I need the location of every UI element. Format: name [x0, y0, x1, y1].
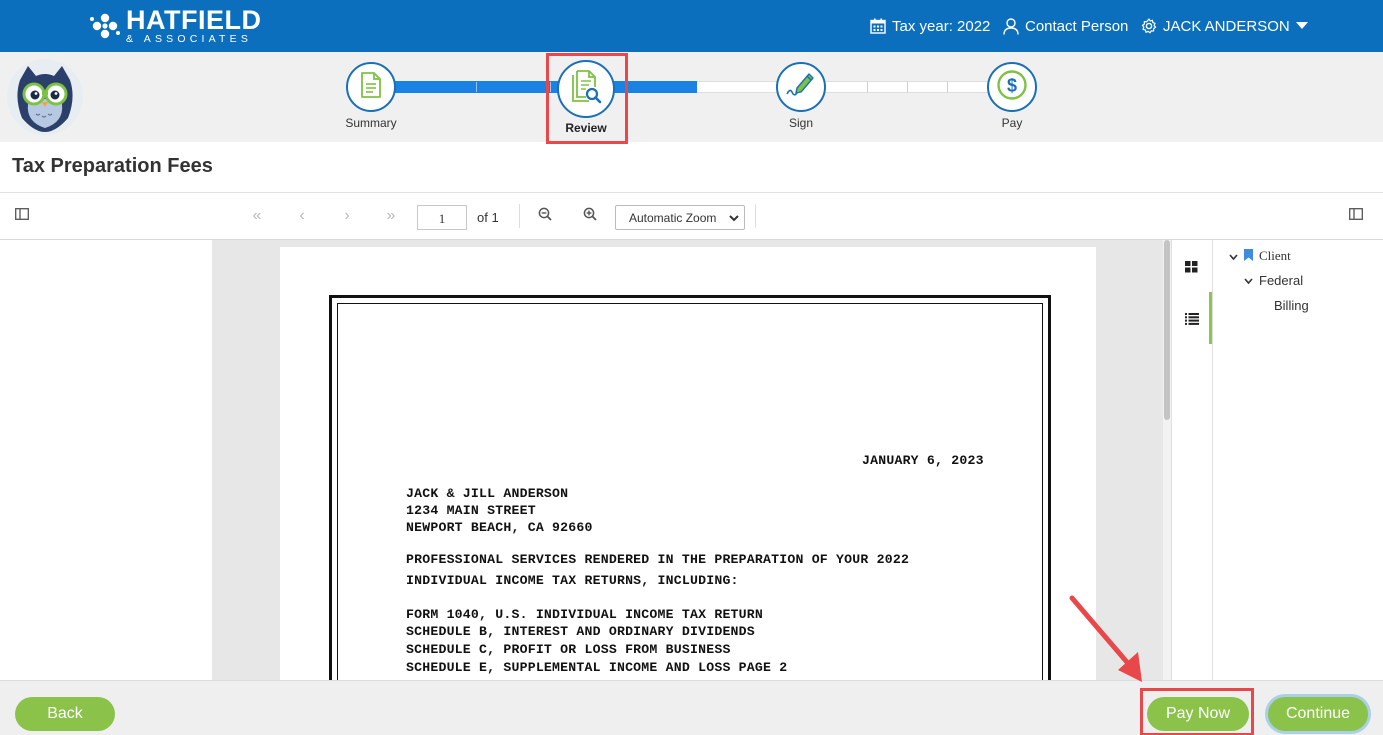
zoom-select[interactable]: Automatic Zoom	[615, 205, 745, 230]
person-icon	[1003, 17, 1019, 35]
page-title: Tax Preparation Fees	[12, 155, 213, 177]
review-step-highlight	[546, 53, 628, 144]
form-line: SCHEDULE E, SUPPLEMENTAL INCOME AND LOSS…	[406, 660, 788, 675]
brand-logo[interactable]: HATFIELD & ASSOCIATES	[88, 7, 261, 45]
form-line: SCHEDULE B, INTEREST AND ORDINARY DIVIDE…	[406, 624, 755, 639]
pay-now-highlight	[1140, 688, 1254, 735]
address-line: JACK & JILL ANDERSON	[406, 486, 569, 501]
double-chevron-right-icon: »	[386, 207, 396, 224]
pdf-page: JANUARY 6, 2023 JACK & JILL ANDERSON 123…	[280, 247, 1096, 680]
document-date: JANUARY 6, 2023	[862, 453, 984, 468]
thumbnails-tab[interactable]	[1185, 260, 1198, 278]
owl-avatar	[6, 58, 84, 136]
last-page-button[interactable]: »	[380, 205, 402, 227]
outline-item-client[interactable]: Client	[1229, 248, 1291, 264]
step-summary[interactable]	[346, 62, 396, 112]
progress-track-completed	[393, 81, 697, 93]
services-line: INDIVIDUAL INCOME TAX RETURNS, INCLUDING…	[406, 573, 739, 588]
tax-year-selector[interactable]: Tax year: 2022	[870, 18, 990, 35]
caret-down-icon	[1295, 22, 1308, 30]
document-outline: Client Federal Billing	[1212, 240, 1383, 680]
page-count-label: of 1	[477, 210, 499, 225]
zoom-select-value: Automatic Zoom	[629, 211, 717, 225]
form-line: FORM 1040, U.S. INDIVIDUAL INCOME TAX RE…	[406, 607, 764, 622]
outline-item-label: Federal	[1259, 273, 1304, 288]
toolbar-separator	[755, 204, 756, 228]
outline-toggle-button[interactable]	[1345, 205, 1367, 227]
chevron-down-icon	[1229, 249, 1238, 264]
zoom-in-button[interactable]	[579, 205, 601, 227]
tax-year-label: Tax year: 2022	[892, 17, 991, 35]
user-name: JACK ANDERSON	[1163, 17, 1290, 35]
arrow-annotation-icon	[1069, 595, 1142, 682]
outline-item-federal[interactable]: Federal	[1244, 273, 1303, 288]
first-page-button[interactable]: «	[246, 205, 268, 227]
pdf-toolbar: « ‹ › » 1 of 1 Automatic Zoom	[0, 193, 1383, 240]
step-pay-label: Pay	[1001, 116, 1023, 130]
brand-subtitle: & ASSOCIATES	[126, 33, 253, 45]
progress-stepper: Summary Review Sign $ Pay	[0, 52, 1383, 144]
calendar-icon	[870, 18, 886, 34]
pen-icon	[785, 70, 817, 105]
grid-icon	[1185, 260, 1198, 277]
zoom-in-icon	[583, 207, 597, 226]
svg-text:$: $	[1007, 75, 1017, 95]
viewer-left-panel	[0, 240, 212, 680]
zoom-out-icon	[538, 207, 552, 226]
document-icon	[359, 71, 383, 104]
sidebar-toggle-icon	[1349, 207, 1363, 225]
outline-item-label: Billing	[1274, 298, 1309, 313]
brand-name: HATFIELD	[126, 5, 262, 35]
list-icon	[1185, 312, 1199, 329]
next-page-button[interactable]: ›	[336, 205, 358, 227]
contact-person-label: Contact Person	[1025, 17, 1129, 35]
chevron-down-icon	[1244, 273, 1253, 288]
viewer-sidebar-tabs	[1171, 240, 1212, 680]
pdf-viewport[interactable]: JANUARY 6, 2023 JACK & JILL ANDERSON 123…	[212, 240, 1163, 680]
address-line: 1234 MAIN STREET	[406, 503, 536, 518]
services-line: PROFESSIONAL SERVICES RENDERED IN THE PR…	[406, 552, 910, 567]
chevron-down-icon	[729, 212, 739, 226]
step-summary-label: Summary	[345, 116, 397, 130]
gear-icon	[1141, 18, 1157, 34]
contact-person-link[interactable]: Contact Person	[1003, 18, 1128, 35]
continue-button[interactable]: Continue	[1268, 697, 1368, 731]
page-number-input[interactable]: 1	[417, 205, 467, 230]
footer-bar: Back Pay Now Continue	[0, 680, 1383, 735]
double-chevron-left-icon: «	[252, 207, 262, 224]
bookmark-icon	[1244, 248, 1253, 264]
top-bar: HATFIELD & ASSOCIATES Tax year: 2022 Con…	[0, 0, 1383, 52]
chevron-right-icon: ›	[344, 207, 350, 224]
outline-item-label: Client	[1259, 248, 1291, 263]
toolbar-separator	[519, 204, 520, 228]
back-button[interactable]: Back	[15, 697, 115, 731]
sidebar-toggle-icon	[15, 207, 29, 225]
progress-track-remaining	[697, 81, 993, 93]
outline-tab[interactable]	[1185, 312, 1199, 330]
step-sign[interactable]	[776, 62, 826, 112]
sidebar-toggle-button[interactable]	[11, 205, 33, 227]
chevron-left-icon: ‹	[299, 207, 305, 224]
step-pay[interactable]: $	[987, 62, 1037, 112]
form-line: SCHEDULE C, PROFIT OR LOSS FROM BUSINESS	[406, 642, 731, 657]
zoom-out-button[interactable]	[534, 205, 556, 227]
dollar-icon: $	[996, 69, 1028, 106]
outline-item-billing[interactable]: Billing	[1274, 298, 1309, 313]
user-menu[interactable]: JACK ANDERSON	[1141, 18, 1308, 35]
scrollbar-thumb[interactable]	[1164, 240, 1170, 420]
brand-mark-icon	[88, 9, 122, 43]
address-line: NEWPORT BEACH, CA 92660	[406, 520, 593, 535]
previous-page-button[interactable]: ‹	[291, 205, 313, 227]
step-sign-label: Sign	[788, 116, 814, 130]
